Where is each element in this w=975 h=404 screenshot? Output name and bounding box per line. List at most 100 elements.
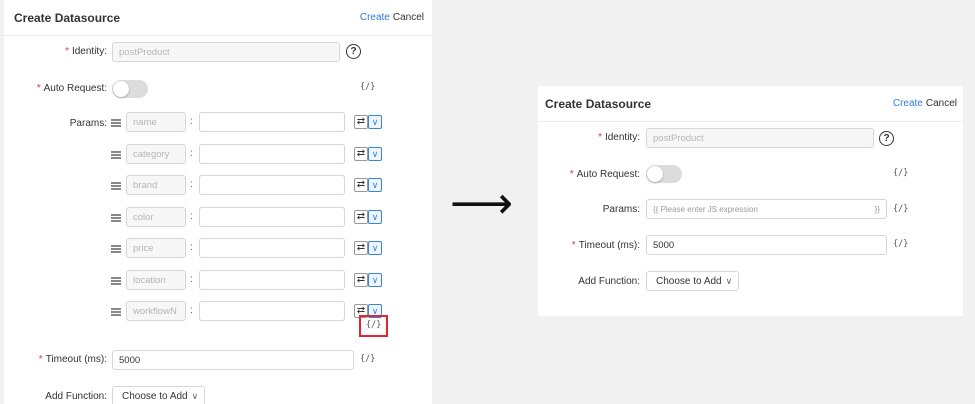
choose-to-add-label: Choose to Add xyxy=(656,275,722,287)
auto-request-js-toggle[interactable]: {/} xyxy=(360,82,375,92)
timeout-label: Timeout (ms): xyxy=(578,240,640,251)
params-label: Params: xyxy=(602,204,640,215)
auto-request-toggle[interactable] xyxy=(646,165,682,183)
param-type-dropdown[interactable]: ∨ xyxy=(368,147,382,161)
required-mark: * xyxy=(598,132,602,143)
param-colon: : xyxy=(190,274,193,285)
cancel-button[interactable]: Cancel xyxy=(393,12,424,23)
help-icon[interactable]: ? xyxy=(346,44,361,59)
param-type-dropdown[interactable]: ∨ xyxy=(368,241,382,255)
timeout-input[interactable]: 5000 xyxy=(646,235,887,255)
param-colon: : xyxy=(190,305,193,316)
param-value-input[interactable] xyxy=(199,238,345,258)
create-button[interactable]: Create xyxy=(893,98,923,109)
swap-icon[interactable]: ⇄ xyxy=(354,210,368,224)
choose-to-add-dropdown[interactable]: Choose to Add ∨ xyxy=(112,386,205,404)
timeout-label: Timeout (ms): xyxy=(45,354,107,365)
param-value-input[interactable] xyxy=(199,301,345,321)
auto-request-toggle[interactable] xyxy=(112,80,148,98)
param-colon: : xyxy=(190,242,193,253)
params-js-toggle[interactable]: {/} xyxy=(893,204,908,214)
identity-label: Identity: xyxy=(604,132,640,143)
toggle-knob xyxy=(647,166,663,182)
choose-to-add-dropdown[interactable]: Choose to Add ∨ xyxy=(646,271,739,291)
required-mark: * xyxy=(571,240,576,251)
param-type-dropdown[interactable]: ∨ xyxy=(368,115,382,129)
param-key-input[interactable]: color xyxy=(126,207,186,227)
required-mark: * xyxy=(65,46,69,57)
auto-request-label-row: * Auto Request: xyxy=(37,83,107,94)
right-datasource-panel: Create Datasource Create Cancel * Identity… xyxy=(538,86,963,316)
timeout-label-row: * Timeout (ms): xyxy=(39,354,107,365)
param-colon: : xyxy=(190,211,193,222)
param-type-dropdown[interactable]: ∨ xyxy=(368,210,382,224)
identity-label-row: * Identity: xyxy=(598,132,640,143)
add-function-label: Add Function: xyxy=(578,276,640,287)
swap-icon[interactable]: ⇄ xyxy=(354,178,368,192)
param-type-dropdown[interactable]: ∨ xyxy=(368,273,382,287)
param-key-input[interactable]: category xyxy=(126,144,186,164)
auto-request-label: Auto Request: xyxy=(43,83,107,94)
choose-to-add-label: Choose to Add xyxy=(122,390,188,402)
param-type-dropdown[interactable]: ∨ xyxy=(368,178,382,192)
drag-handle-icon[interactable] xyxy=(111,182,121,190)
required-mark: * xyxy=(36,83,41,94)
cancel-button[interactable]: Cancel xyxy=(926,98,957,109)
drag-handle-icon[interactable] xyxy=(111,214,121,222)
param-value-input[interactable] xyxy=(199,112,345,132)
params-placeholder: {{ Please enter JS expression xyxy=(653,204,758,214)
timeout-label-row: * Timeout (ms): xyxy=(572,240,640,251)
auto-request-label-row: * Auto Request: xyxy=(570,169,640,180)
transition-arrow: ⟶ xyxy=(450,178,514,229)
toggle-knob xyxy=(113,81,129,97)
param-value-input[interactable] xyxy=(199,175,345,195)
param-key-input[interactable]: brand xyxy=(126,175,186,195)
params-label: Params: xyxy=(69,118,107,129)
param-colon: : xyxy=(190,148,193,159)
param-value-input[interactable] xyxy=(199,270,345,290)
timeout-input[interactable]: 5000 xyxy=(112,350,354,370)
panel-header: Create Datasource Create Cancel xyxy=(538,86,963,122)
timeout-js-toggle[interactable]: {/} xyxy=(360,354,375,364)
panel-header: Create Datasource Create Cancel xyxy=(4,0,432,36)
param-key-input[interactable]: workflowN xyxy=(126,301,186,321)
auto-request-js-toggle[interactable]: {/} xyxy=(893,168,908,178)
param-key-input[interactable]: price xyxy=(126,238,186,258)
identity-input[interactable]: postProduct xyxy=(112,42,340,62)
add-function-label: Add Function: xyxy=(45,391,107,402)
swap-icon[interactable]: ⇄ xyxy=(354,273,368,287)
identity-label-row: * Identity: xyxy=(65,46,107,57)
identity-label: Identity: xyxy=(71,46,107,57)
required-mark: * xyxy=(569,169,574,180)
param-key-input[interactable]: location xyxy=(126,270,186,290)
drag-handle-icon[interactable] xyxy=(111,277,121,285)
drag-handle-icon[interactable] xyxy=(111,245,121,253)
param-value-input[interactable] xyxy=(199,144,345,164)
identity-input[interactable]: postProduct xyxy=(646,128,874,148)
drag-handle-icon[interactable] xyxy=(111,308,121,316)
header-actions: Create Cancel xyxy=(893,98,957,109)
chevron-down-icon: ∨ xyxy=(725,275,733,286)
drag-handle-icon[interactable] xyxy=(111,119,121,127)
param-key-input[interactable]: name xyxy=(126,112,186,132)
help-icon[interactable]: ? xyxy=(879,131,894,146)
timeout-js-toggle[interactable]: {/} xyxy=(893,239,908,249)
drag-handle-icon[interactable] xyxy=(111,151,121,159)
params-js-input[interactable]: {{ Please enter JS expression}} xyxy=(646,199,887,219)
header-actions: Create Cancel xyxy=(360,12,424,23)
swap-icon[interactable]: ⇄ xyxy=(354,115,368,129)
swap-icon[interactable]: ⇄ xyxy=(354,241,368,255)
left-datasource-panel: Create Datasource Create Cancel * Identity… xyxy=(4,0,432,404)
param-colon: : xyxy=(190,116,193,127)
params-placeholder-suffix: }} xyxy=(874,204,880,214)
auto-request-label: Auto Request: xyxy=(576,169,640,180)
param-colon: : xyxy=(190,179,193,190)
panel-title: Create Datasource xyxy=(545,97,652,111)
swap-icon[interactable]: ⇄ xyxy=(354,147,368,161)
chevron-down-icon: ∨ xyxy=(191,390,199,401)
param-value-input[interactable] xyxy=(199,207,345,227)
params-js-toggle[interactable]: {/} xyxy=(366,320,381,330)
required-mark: * xyxy=(38,354,43,365)
panel-title: Create Datasource xyxy=(14,11,121,25)
create-button[interactable]: Create xyxy=(360,12,390,23)
